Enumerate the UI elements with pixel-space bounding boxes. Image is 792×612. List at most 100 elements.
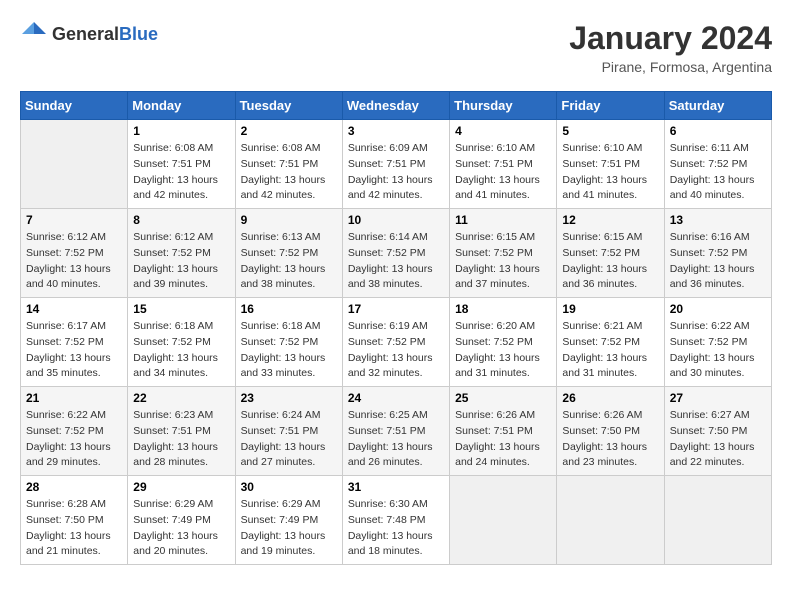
calendar-cell: 17 Sunrise: 6:19 AM Sunset: 7:52 PM Dayli…: [342, 298, 449, 387]
day-info: Sunrise: 6:18 AM Sunset: 7:52 PM Dayligh…: [133, 319, 229, 382]
day-number: 28: [26, 480, 122, 494]
weekday-header-friday: Friday: [557, 92, 664, 120]
calendar-cell: 8 Sunrise: 6:12 AM Sunset: 7:52 PM Daylig…: [128, 209, 235, 298]
week-row-4: 21 Sunrise: 6:22 AM Sunset: 7:52 PM Dayli…: [21, 387, 772, 476]
calendar-cell: 27 Sunrise: 6:27 AM Sunset: 7:50 PM Dayli…: [664, 387, 771, 476]
day-info: Sunrise: 6:15 AM Sunset: 7:52 PM Dayligh…: [562, 230, 658, 293]
location-subtitle: Pirane, Formosa, Argentina: [569, 59, 772, 75]
calendar-cell: 11Sunrise: 6:15 AM Sunset: 7:52 PM Dayli…: [450, 209, 557, 298]
day-info: Sunrise: 6:23 AM Sunset: 7:51 PM Dayligh…: [133, 408, 229, 471]
day-info: Sunrise: 6:30 AM Sunset: 7:48 PM Dayligh…: [348, 497, 444, 560]
day-number: 3: [348, 124, 444, 138]
calendar-cell: 23 Sunrise: 6:24 AM Sunset: 7:51 PM Dayli…: [235, 387, 342, 476]
day-number: 4: [455, 124, 551, 138]
day-info: Sunrise: 6:22 AM Sunset: 7:52 PM Dayligh…: [26, 408, 122, 471]
weekday-header-saturday: Saturday: [664, 92, 771, 120]
day-number: 26: [562, 391, 658, 405]
day-number: 17: [348, 302, 444, 316]
day-info: Sunrise: 6:29 AM Sunset: 7:49 PM Dayligh…: [241, 497, 337, 560]
day-info: Sunrise: 6:20 AM Sunset: 7:52 PM Dayligh…: [455, 319, 551, 382]
calendar-table: SundayMondayTuesdayWednesdayThursdayFrid…: [20, 91, 772, 565]
day-number: 10: [348, 213, 444, 227]
day-info: Sunrise: 6:28 AM Sunset: 7:50 PM Dayligh…: [26, 497, 122, 560]
day-info: Sunrise: 6:21 AM Sunset: 7:52 PM Dayligh…: [562, 319, 658, 382]
calendar-cell: 10 Sunrise: 6:14 AM Sunset: 7:52 PM Dayli…: [342, 209, 449, 298]
calendar-cell: 9Sunrise: 6:13 AM Sunset: 7:52 PM Daylig…: [235, 209, 342, 298]
day-number: 7: [26, 213, 122, 227]
week-row-1: 1Sunrise: 6:08 AM Sunset: 7:51 PM Daylig…: [21, 120, 772, 209]
day-number: 21: [26, 391, 122, 405]
calendar-cell: 3 Sunrise: 6:09 AM Sunset: 7:51 PM Daylig…: [342, 120, 449, 209]
calendar-cell: 7 Sunrise: 6:12 AM Sunset: 7:52 PM Daylig…: [21, 209, 128, 298]
calendar-cell: [21, 120, 128, 209]
day-number: 6: [670, 124, 766, 138]
day-number: 25: [455, 391, 551, 405]
calendar-cell: 16 Sunrise: 6:18 AM Sunset: 7:52 PM Dayli…: [235, 298, 342, 387]
day-number: 27: [670, 391, 766, 405]
logo-icon: [20, 20, 48, 48]
calendar-cell: 18Sunrise: 6:20 AM Sunset: 7:52 PM Dayli…: [450, 298, 557, 387]
calendar-cell: [557, 476, 664, 565]
calendar-cell: 30 Sunrise: 6:29 AM Sunset: 7:49 PM Dayli…: [235, 476, 342, 565]
calendar-cell: 29 Sunrise: 6:29 AM Sunset: 7:49 PM Dayli…: [128, 476, 235, 565]
weekday-header-tuesday: Tuesday: [235, 92, 342, 120]
day-info: Sunrise: 6:19 AM Sunset: 7:52 PM Dayligh…: [348, 319, 444, 382]
day-number: 30: [241, 480, 337, 494]
day-number: 16: [241, 302, 337, 316]
calendar-cell: 22 Sunrise: 6:23 AM Sunset: 7:51 PM Dayli…: [128, 387, 235, 476]
day-info: Sunrise: 6:08 AM Sunset: 7:51 PM Dayligh…: [133, 141, 229, 204]
day-number: 22: [133, 391, 229, 405]
weekday-header-monday: Monday: [128, 92, 235, 120]
day-number: 23: [241, 391, 337, 405]
calendar-cell: 13 Sunrise: 6:16 AM Sunset: 7:52 PM Dayli…: [664, 209, 771, 298]
day-number: 24: [348, 391, 444, 405]
day-info: Sunrise: 6:10 AM Sunset: 7:51 PM Dayligh…: [455, 141, 551, 204]
day-number: 8: [133, 213, 229, 227]
day-number: 12: [562, 213, 658, 227]
calendar-cell: 1Sunrise: 6:08 AM Sunset: 7:51 PM Daylig…: [128, 120, 235, 209]
day-info: Sunrise: 6:25 AM Sunset: 7:51 PM Dayligh…: [348, 408, 444, 471]
calendar-cell: 28 Sunrise: 6:28 AM Sunset: 7:50 PM Dayli…: [21, 476, 128, 565]
day-info: Sunrise: 6:27 AM Sunset: 7:50 PM Dayligh…: [670, 408, 766, 471]
day-info: Sunrise: 6:09 AM Sunset: 7:51 PM Dayligh…: [348, 141, 444, 204]
weekday-header-thursday: Thursday: [450, 92, 557, 120]
day-info: Sunrise: 6:12 AM Sunset: 7:52 PM Dayligh…: [26, 230, 122, 293]
day-number: 15: [133, 302, 229, 316]
page-header: GeneralBlue January 2024 Pirane, Formosa…: [20, 20, 772, 75]
weekday-header-wednesday: Wednesday: [342, 92, 449, 120]
day-info: Sunrise: 6:16 AM Sunset: 7:52 PM Dayligh…: [670, 230, 766, 293]
day-info: Sunrise: 6:18 AM Sunset: 7:52 PM Dayligh…: [241, 319, 337, 382]
logo-general: General: [52, 24, 119, 44]
day-info: Sunrise: 6:10 AM Sunset: 7:51 PM Dayligh…: [562, 141, 658, 204]
day-info: Sunrise: 6:14 AM Sunset: 7:52 PM Dayligh…: [348, 230, 444, 293]
calendar-cell: 25 Sunrise: 6:26 AM Sunset: 7:51 PM Dayli…: [450, 387, 557, 476]
calendar-cell: 19 Sunrise: 6:21 AM Sunset: 7:52 PM Dayli…: [557, 298, 664, 387]
day-number: 11: [455, 213, 551, 227]
day-number: 2: [241, 124, 337, 138]
day-info: Sunrise: 6:29 AM Sunset: 7:49 PM Dayligh…: [133, 497, 229, 560]
day-number: 5: [562, 124, 658, 138]
calendar-cell: 2 Sunrise: 6:08 AM Sunset: 7:51 PM Daylig…: [235, 120, 342, 209]
day-number: 9: [241, 213, 337, 227]
weekday-header-sunday: Sunday: [21, 92, 128, 120]
logo-blue: Blue: [119, 24, 158, 44]
calendar-cell: 26Sunrise: 6:26 AM Sunset: 7:50 PM Dayli…: [557, 387, 664, 476]
day-info: Sunrise: 6:12 AM Sunset: 7:52 PM Dayligh…: [133, 230, 229, 293]
day-number: 31: [348, 480, 444, 494]
calendar-cell: 4 Sunrise: 6:10 AM Sunset: 7:51 PM Daylig…: [450, 120, 557, 209]
day-info: Sunrise: 6:08 AM Sunset: 7:51 PM Dayligh…: [241, 141, 337, 204]
day-number: 13: [670, 213, 766, 227]
day-number: 19: [562, 302, 658, 316]
day-info: Sunrise: 6:17 AM Sunset: 7:52 PM Dayligh…: [26, 319, 122, 382]
day-number: 29: [133, 480, 229, 494]
day-info: Sunrise: 6:24 AM Sunset: 7:51 PM Dayligh…: [241, 408, 337, 471]
calendar-cell: 20Sunrise: 6:22 AM Sunset: 7:52 PM Dayli…: [664, 298, 771, 387]
day-info: Sunrise: 6:22 AM Sunset: 7:52 PM Dayligh…: [670, 319, 766, 382]
calendar-cell: [664, 476, 771, 565]
day-info: Sunrise: 6:26 AM Sunset: 7:51 PM Dayligh…: [455, 408, 551, 471]
week-row-3: 14Sunrise: 6:17 AM Sunset: 7:52 PM Dayli…: [21, 298, 772, 387]
calendar-cell: 5 Sunrise: 6:10 AM Sunset: 7:51 PM Daylig…: [557, 120, 664, 209]
title-block: January 2024 Pirane, Formosa, Argentina: [569, 20, 772, 75]
calendar-cell: [450, 476, 557, 565]
logo: GeneralBlue: [20, 20, 158, 48]
